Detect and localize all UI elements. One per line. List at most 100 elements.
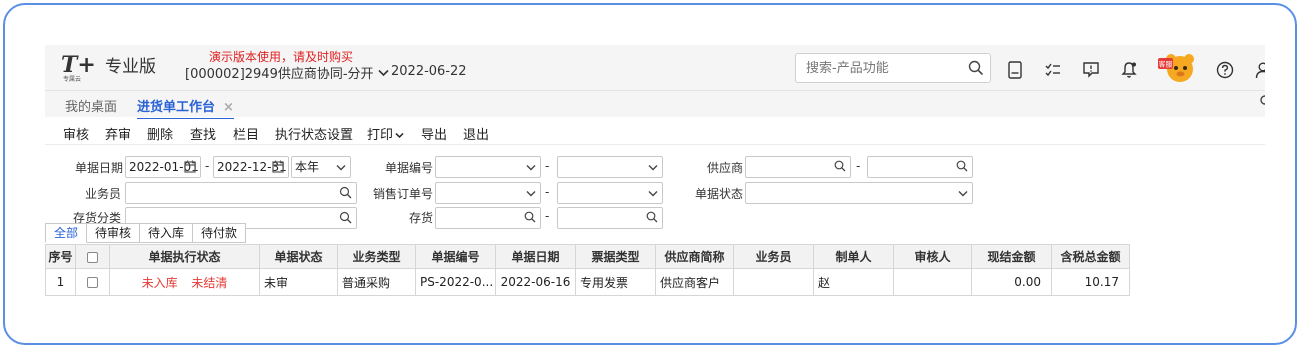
page-tabs: 我的桌面 进货单工作台 × <box>45 91 1265 120</box>
date-from-input[interactable]: 2022-01-01 <box>125 156 201 178</box>
supplier-from-input[interactable] <box>745 156 851 178</box>
col-invoice-type[interactable]: 票据类型 <box>575 244 656 269</box>
supplier-range-dash: - <box>856 159 861 173</box>
company-selector[interactable]: [000002]2949供应商协同-分开 <box>185 63 389 82</box>
cell-select[interactable] <box>75 268 110 296</box>
cell-total-amount: 10.17 <box>1051 268 1130 296</box>
app-window: T+ 专属云 专业版 演示版本使用，请及时购买 [000002]2949供应商协… <box>45 45 1265 315</box>
col-maker[interactable]: 制单人 <box>813 244 894 269</box>
col-cash-amount[interactable]: 现结金额 <box>971 244 1052 269</box>
print-label: 打印 <box>367 128 394 143</box>
salesman-input[interactable] <box>125 182 357 204</box>
supplier-to-input[interactable] <box>867 156 973 178</box>
chevron-down-icon <box>648 191 658 197</box>
logo-mark: T+ 专属云 <box>61 52 101 83</box>
status-tab-pending-payment[interactable]: 待付款 <box>193 223 247 243</box>
inventory-to-input[interactable] <box>557 207 663 229</box>
user-icon[interactable] <box>1253 60 1265 80</box>
export-button[interactable]: 导出 <box>421 124 447 143</box>
cell-doc-status: 未审 <box>259 268 338 296</box>
message-icon[interactable] <box>1081 60 1101 80</box>
search-icon[interactable] <box>968 60 984 76</box>
chevron-down-icon <box>958 191 968 197</box>
header-icons: 客服 <box>1005 54 1265 83</box>
exit-button[interactable]: 退出 <box>463 124 489 143</box>
logo-sub-text: 专属云 <box>63 76 82 83</box>
col-biz-type[interactable]: 业务类型 <box>337 244 416 269</box>
status-tab-pending-audit[interactable]: 待审核 <box>87 223 141 243</box>
doc-no-label: 单据编号 <box>384 161 433 175</box>
app-logo[interactable]: T+ 专属云 专业版 <box>61 52 156 83</box>
col-doc-status[interactable]: 单据状态 <box>259 244 338 269</box>
execution-status-button[interactable]: 执行状态设置 <box>275 124 353 143</box>
checklist-icon[interactable] <box>1043 60 1063 80</box>
doc-no-from-select[interactable] <box>435 156 541 178</box>
sales-order-to-select[interactable] <box>557 182 663 204</box>
col-seq[interactable]: 序号 <box>45 244 76 269</box>
cell-salesman <box>733 268 814 296</box>
audit-button[interactable]: 审核 <box>63 124 89 143</box>
tab-purchase-workbench[interactable]: 进货单工作台 × <box>137 96 234 120</box>
col-doc-date[interactable]: 单据日期 <box>495 244 576 269</box>
product-name: 专业版 <box>105 57 156 77</box>
inventory-from-input[interactable] <box>435 207 541 229</box>
close-icon[interactable]: × <box>223 100 234 115</box>
chevron-down-icon <box>526 191 536 197</box>
search-icon[interactable] <box>646 211 658 223</box>
search-icon[interactable] <box>834 160 846 172</box>
inventory-range-dash: - <box>545 209 550 223</box>
customer-service-mascot[interactable]: 客服 <box>1157 53 1197 83</box>
search-icon[interactable] <box>1259 95 1265 107</box>
col-salesman[interactable]: 业务员 <box>733 244 814 269</box>
search-icon[interactable] <box>956 160 968 172</box>
calendar-icon[interactable] <box>184 160 196 173</box>
doc-no-to-select[interactable] <box>557 156 663 178</box>
help-icon[interactable] <box>1215 60 1235 80</box>
tab-desktop[interactable]: 我的桌面 <box>65 96 117 115</box>
cell-seq: 1 <box>45 268 76 296</box>
table-row[interactable]: 1 未入库 未结清 未审 普通采购 PS-2022-0... 2022-06-1… <box>45 268 1130 296</box>
sales-order-range-dash: - <box>545 185 550 199</box>
purchase-grid: 序号 单据执行状态 单据状态 业务类型 单据编号 单据日期 票据类型 供应商简称… <box>45 244 1130 296</box>
sales-order-from-select[interactable] <box>435 182 541 204</box>
search-icon[interactable] <box>524 211 536 223</box>
col-supplier[interactable]: 供应商简称 <box>655 244 734 269</box>
cell-cash-amount: 0.00 <box>971 268 1052 296</box>
search-input[interactable] <box>796 54 946 82</box>
function-search[interactable] <box>795 53 991 83</box>
columns-button[interactable]: 栏目 <box>233 124 259 143</box>
person-search-icon[interactable] <box>339 186 352 199</box>
unaudit-button[interactable]: 弃审 <box>105 124 131 143</box>
inventory-label: 存货 <box>408 211 433 225</box>
toolbar: 审核 弃审 删除 查找 栏目 执行状态设置 打印 导出 退出 <box>45 119 1265 145</box>
status-filter-tabs: 全部 待审核 待入库 待付款 <box>45 223 247 243</box>
status-tab-all[interactable]: 全部 <box>45 223 88 243</box>
col-total-amount[interactable]: 含税总金额 <box>1051 244 1130 269</box>
select-all-checkbox[interactable] <box>87 251 98 263</box>
search-icon[interactable] <box>339 211 352 224</box>
find-button[interactable]: 查找 <box>190 124 216 143</box>
col-doc-no[interactable]: 单据编号 <box>415 244 496 269</box>
calculator-icon[interactable] <box>1005 60 1025 80</box>
date-to-input[interactable]: 2022-12-31 <box>213 156 289 178</box>
col-auditor[interactable]: 审核人 <box>893 244 972 269</box>
print-button[interactable]: 打印 <box>367 124 404 143</box>
period-select[interactable]: 本年 <box>291 156 351 178</box>
cell-doc-date: 2022-06-16 <box>495 268 576 296</box>
row-checkbox[interactable] <box>87 277 98 288</box>
col-exec-status[interactable]: 单据执行状态 <box>109 244 260 269</box>
cell-exec-status: 未入库 未结清 <box>109 268 260 296</box>
calendar-icon[interactable] <box>272 160 284 173</box>
doc-status-select[interactable] <box>745 182 973 204</box>
cell-doc-no[interactable]: PS-2022-0... <box>415 268 496 296</box>
company-name: [000002]2949供应商协同-分开 <box>185 67 374 82</box>
system-date: 2022-06-22 <box>391 64 467 79</box>
chevron-down-icon <box>648 165 658 171</box>
delete-button[interactable]: 删除 <box>147 124 173 143</box>
date-range-dash: - <box>205 159 210 173</box>
status-tab-pending-receipt[interactable]: 待入库 <box>140 223 194 243</box>
bell-icon[interactable] <box>1119 60 1139 80</box>
supplier-label: 供应商 <box>706 161 743 175</box>
col-select-all[interactable] <box>75 244 110 269</box>
mascot-label: 客服 <box>1159 60 1173 69</box>
